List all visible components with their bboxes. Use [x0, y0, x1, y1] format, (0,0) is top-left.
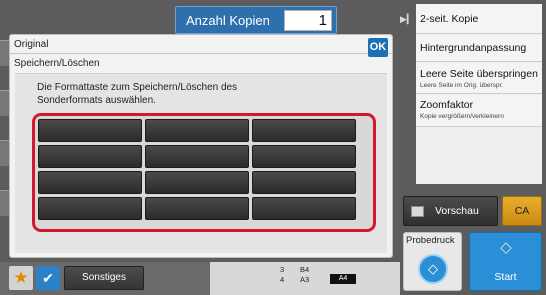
format-key-grid — [32, 113, 376, 232]
format-key[interactable] — [145, 197, 249, 220]
screen: Anzahl Kopien 1 ▶▎ 2-seit. Kopie Hinterg… — [0, 0, 546, 295]
format-key[interactable] — [38, 119, 142, 142]
right-panel-item-title: Zoomfaktor — [420, 99, 474, 111]
tray-4-number: 4 — [280, 275, 285, 284]
selected-paper-badge: A4 — [330, 274, 356, 284]
format-key[interactable] — [145, 145, 249, 168]
star-icon[interactable]: ★ — [9, 266, 33, 290]
format-key[interactable] — [252, 171, 356, 194]
start-button[interactable]: ◇ Start — [469, 232, 542, 291]
format-key[interactable] — [38, 145, 142, 168]
format-key[interactable] — [252, 119, 356, 142]
format-key[interactable] — [252, 197, 356, 220]
ca-button[interactable]: CA — [502, 196, 542, 226]
ok-button[interactable]: OK — [368, 38, 388, 57]
right-panel-item-subtitle: Kopie vergrößern/verkleinern — [420, 113, 504, 120]
right-panel-item-duplex[interactable]: 2-seit. Kopie — [416, 4, 542, 34]
dialog-subtitle: Speichern/Löschen — [14, 58, 100, 69]
right-panel-item-background[interactable]: Hintergrundanpassung — [416, 35, 542, 62]
divider — [10, 53, 392, 54]
format-key[interactable] — [145, 171, 249, 194]
check-icon[interactable]: ✔ — [36, 266, 60, 290]
copies-label: Anzahl Kopien — [186, 13, 270, 28]
format-key[interactable] — [252, 145, 356, 168]
preview-icon — [411, 206, 424, 217]
copies-input[interactable]: 1 — [284, 10, 332, 31]
format-key[interactable] — [38, 171, 142, 194]
expand-arrow-icon[interactable]: ▶▎ — [400, 14, 414, 26]
right-panel-item-title: Hintergrundanpassung — [420, 42, 527, 54]
dialog-title: Original — [14, 39, 49, 50]
instruction-text: Die Formattaste zum Speichern/Löschen de… — [37, 82, 238, 106]
right-panel-item-title: Leere Seite überspringen — [420, 68, 538, 80]
sonstiges-button[interactable]: Sonstiges — [64, 266, 144, 290]
proof-print-label: Probedruck — [406, 235, 455, 246]
start-icon: ◇ — [500, 239, 512, 256]
preview-label: Vorschau — [435, 205, 479, 217]
right-panel-item-zoom[interactable]: Zoomfaktor Kopie vergrößern/verkleinern — [416, 95, 542, 127]
copies-bar: Anzahl Kopien 1 — [175, 6, 337, 34]
right-panel-item-subtitle: Leere Seite im Orig. überspr. — [420, 82, 504, 89]
proof-print-icon: ◇ — [418, 254, 448, 284]
tray-3-number: 3 — [280, 265, 285, 274]
right-panel: 2-seit. Kopie Hintergrundanpassung Leere… — [416, 4, 542, 184]
tray-3-size: B4 — [300, 265, 310, 274]
right-panel-item-title: 2-seit. Kopie — [420, 13, 479, 25]
tray-4-size: A3 — [300, 275, 310, 284]
start-label: Start — [494, 271, 517, 283]
original-dialog: Original Speichern/Löschen OK Die Format… — [9, 34, 393, 258]
paper-status: 3 B4 4 A3 — [210, 262, 400, 295]
preview-button[interactable]: Vorschau — [403, 196, 498, 226]
format-key[interactable] — [145, 119, 249, 142]
right-panel-item-skip-blank[interactable]: Leere Seite überspringen Leere Seite im … — [416, 63, 542, 94]
format-key[interactable] — [38, 197, 142, 220]
proof-print-button[interactable]: Probedruck ◇ — [403, 232, 462, 291]
dialog-body: Die Formattaste zum Speichern/Löschen de… — [15, 73, 387, 253]
